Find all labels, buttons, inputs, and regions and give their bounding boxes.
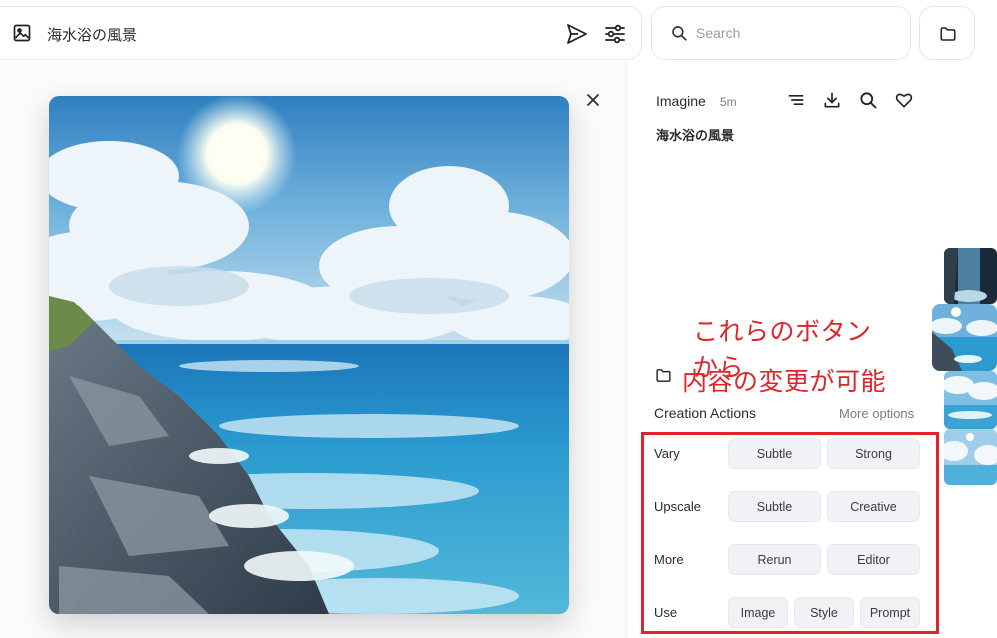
rerun-button[interactable]: Rerun (728, 544, 821, 575)
thumbnail-strip (930, 248, 997, 488)
generated-image[interactable] (49, 96, 569, 614)
creation-actions-title: Creation Actions (654, 405, 756, 421)
search-icon (672, 26, 687, 41)
upscale-creative-button[interactable]: Creative (827, 491, 920, 522)
thumbnail[interactable] (944, 429, 997, 485)
search-input[interactable] (696, 21, 896, 45)
vary-label: Vary (654, 446, 680, 461)
search-box[interactable] (651, 6, 911, 60)
close-icon[interactable] (583, 90, 603, 110)
heart-icon[interactable] (894, 90, 914, 110)
prompt-bar: 海水浴の風景 (0, 6, 642, 60)
vary-strong-button[interactable]: Strong (827, 438, 920, 469)
use-prompt-button[interactable]: Prompt (860, 597, 920, 628)
folder-icon[interactable] (655, 367, 672, 384)
folder-icon (940, 27, 956, 41)
more-options-link[interactable]: More options (839, 406, 914, 421)
upscale-subtle-button[interactable]: Subtle (728, 491, 821, 522)
thumbnail-selected[interactable] (932, 304, 997, 371)
thumbnail[interactable] (944, 248, 997, 304)
model-name: Imagine (656, 93, 706, 109)
use-label: Use (654, 605, 678, 620)
vary-subtle-button[interactable]: Subtle (728, 438, 821, 469)
use-image-button[interactable]: Image (728, 597, 788, 628)
download-icon[interactable] (822, 90, 842, 110)
search-icon[interactable] (858, 90, 878, 110)
annotation-line-2: 内容の変更が可能 (682, 368, 887, 396)
time-ago: 5m (720, 95, 737, 109)
image-icon (13, 24, 31, 42)
upscale-label: Upscale (654, 499, 701, 514)
image-viewer (0, 62, 626, 638)
editor-button[interactable]: Editor (827, 544, 920, 575)
more-label: More (654, 552, 684, 567)
folder-button[interactable] (919, 6, 975, 60)
sliders-icon[interactable] (603, 22, 627, 46)
list-icon[interactable] (786, 90, 806, 110)
prompt-title: 海水浴の風景 (656, 128, 735, 143)
prompt-text[interactable]: 海水浴の風景 (47, 24, 137, 45)
thumbnail[interactable] (944, 371, 997, 429)
send-icon[interactable] (565, 22, 589, 46)
seascape-image (49, 96, 569, 614)
use-style-button[interactable]: Style (794, 597, 854, 628)
